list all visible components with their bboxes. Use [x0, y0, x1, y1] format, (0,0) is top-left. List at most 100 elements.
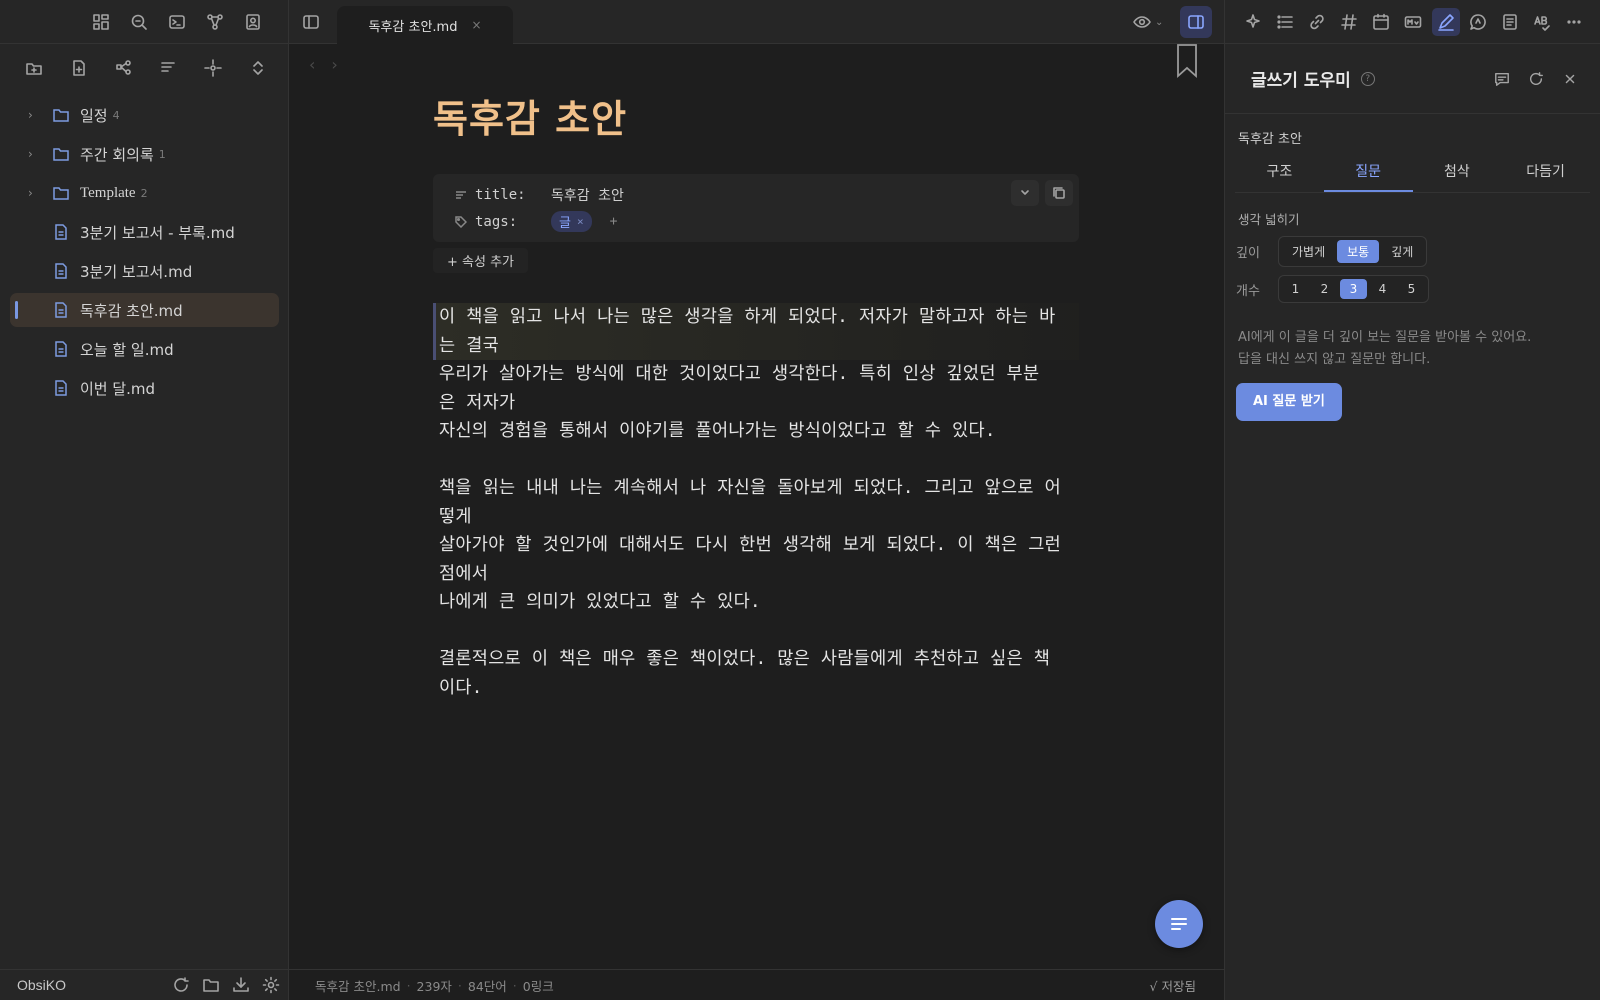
- spellcheck-icon[interactable]: [1528, 8, 1556, 36]
- sort-icon[interactable]: [154, 54, 182, 82]
- paragraph[interactable]: 우리가 살아가는 방식에 대한 것이었다고 생각한다. 특히 인상 깊었던 부분…: [439, 360, 1079, 446]
- tag-remove-icon[interactable]: ×: [577, 215, 584, 228]
- forward-arrow-icon[interactable]: ›: [331, 55, 337, 74]
- contact-icon[interactable]: [239, 8, 267, 36]
- folder-item[interactable]: › 주간 회의록 1: [10, 137, 279, 171]
- chevron-right-icon[interactable]: ›: [28, 147, 42, 161]
- new-folder-icon[interactable]: [20, 54, 48, 82]
- calendar-icon[interactable]: [1367, 8, 1395, 36]
- ask-ai-button[interactable]: AI 질문 받기: [1236, 383, 1342, 421]
- left-sidebar: › 일정 4 › 주간 회의록 1 › Template 2 3분기 보고서 -…: [0, 0, 289, 1000]
- new-note-icon[interactable]: [65, 54, 93, 82]
- search-icon[interactable]: [125, 8, 153, 36]
- file-item-active[interactable]: 독후감 초안.md: [10, 293, 279, 327]
- file-item[interactable]: 이번 달.md: [10, 371, 279, 405]
- file-label: 3분기 보고서 - 부록.md: [80, 223, 235, 242]
- file-toolbar: [20, 52, 272, 84]
- vault-name[interactable]: ObsiKO: [17, 977, 169, 993]
- paragraph[interactable]: 결론적으로 이 책은 매우 좋은 책이었다. 많은 사람들에게 추천하고 싶은 …: [439, 645, 1079, 702]
- back-arrow-icon[interactable]: ‹: [309, 55, 315, 74]
- file-item[interactable]: 3분기 보고서 - 부록.md: [10, 215, 279, 249]
- bullet-list-icon[interactable]: [1271, 8, 1299, 36]
- outline-fab-button[interactable]: [1155, 900, 1203, 948]
- open-vault-icon[interactable]: [199, 973, 223, 997]
- property-tags[interactable]: tags: 글 × +: [455, 211, 617, 232]
- tab-active-note[interactable]: 독후감 초안.md ×: [337, 6, 513, 44]
- link-icon[interactable]: [1303, 8, 1331, 36]
- expand-collapse-icon[interactable]: [244, 54, 272, 82]
- note-body[interactable]: 이 책을 읽고 나서 나는 많은 생각을 하게 되었다. 저자가 말하고자 하는…: [433, 303, 1079, 702]
- count-row: 개수 1 2 3 4 5: [1236, 275, 1600, 303]
- copy-icon[interactable]: [1045, 180, 1073, 206]
- document-icon[interactable]: [1496, 8, 1524, 36]
- depth-selector: 가볍게 보통 깊게: [1278, 236, 1428, 267]
- comment-icon[interactable]: [1488, 65, 1516, 93]
- file-icon: [52, 379, 70, 397]
- sync-icon[interactable]: [169, 973, 193, 997]
- right-sidebar-toggle-icon[interactable]: [1180, 6, 1212, 38]
- count-option[interactable]: 5: [1398, 279, 1425, 299]
- sparkle-icon[interactable]: [1239, 8, 1267, 36]
- tab-title: 독후감 초안.md: [368, 19, 458, 35]
- eye-icon[interactable]: [1131, 8, 1153, 36]
- settings-gear-icon[interactable]: [259, 973, 283, 997]
- refresh-icon[interactable]: [1522, 65, 1550, 93]
- chevron-right-icon[interactable]: ›: [28, 108, 42, 122]
- sidebar-toggle-icon[interactable]: [297, 8, 325, 36]
- hashtag-icon[interactable]: [1335, 8, 1363, 36]
- tab-structure[interactable]: 구조: [1235, 156, 1324, 192]
- chevron-right-icon[interactable]: ›: [28, 186, 42, 200]
- hierarchy-icon[interactable]: [110, 54, 138, 82]
- file-item[interactable]: 3분기 보고서.md: [10, 254, 279, 288]
- count-option[interactable]: 4: [1369, 279, 1396, 299]
- paragraph[interactable]: 이 책을 읽고 나서 나는 많은 생각을 하게 되었다. 저자가 말하고자 하는…: [433, 303, 1079, 360]
- paragraph[interactable]: 책을 읽는 내내 나는 계속해서 나 자신을 돌아보게 되었다. 그리고 앞으로…: [439, 474, 1079, 617]
- status-words: 84단어: [467, 978, 507, 994]
- tab-close-icon[interactable]: ×: [471, 18, 481, 32]
- close-icon[interactable]: [1556, 65, 1584, 93]
- status-links: 0링크: [522, 978, 554, 994]
- chevron-down-icon[interactable]: ⌄: [1155, 17, 1163, 28]
- graph-view-icon[interactable]: [201, 8, 229, 36]
- folder-item[interactable]: › 일정 4: [10, 98, 279, 132]
- chevron-down-icon[interactable]: [1011, 180, 1039, 206]
- terminal-icon[interactable]: [163, 8, 191, 36]
- depth-option[interactable]: 깊게: [1381, 240, 1423, 263]
- tab-review[interactable]: 첨삭: [1413, 156, 1502, 192]
- count-option[interactable]: 1: [1282, 279, 1309, 299]
- editor-pane: 독후감 초안.md × ⌄ ‹ › 독후감 초안 title: 독후감 초안 t…: [289, 0, 1224, 1000]
- tab-questions[interactable]: 질문: [1323, 156, 1413, 192]
- count-option[interactable]: 2: [1311, 279, 1338, 299]
- file-item[interactable]: 오늘 할 일.md: [10, 332, 279, 366]
- folder-count: 1: [158, 147, 166, 161]
- file-icon: [52, 262, 70, 280]
- file-label: 이번 달.md: [80, 379, 156, 398]
- download-icon[interactable]: [229, 973, 253, 997]
- chat-icon[interactable]: [1464, 8, 1492, 36]
- page-title[interactable]: 독후감 초안: [433, 88, 1079, 148]
- panel-tabs: 구조 질문 첨삭 다듬기: [1235, 156, 1590, 193]
- writing-assistant-icon[interactable]: [1431, 7, 1460, 36]
- folder-label: 일정: [80, 106, 108, 125]
- count-option-selected[interactable]: 3: [1340, 279, 1367, 299]
- depth-row: 깊이 가볍게 보통 깊게: [1236, 236, 1600, 267]
- section-heading: 생각 넓히기: [1238, 212, 1300, 227]
- view-mode-toggle[interactable]: ⌄: [1131, 8, 1163, 36]
- add-property-button[interactable]: + 속성 추가: [433, 248, 528, 273]
- folder-label: 주간 회의록: [80, 145, 154, 164]
- help-icon[interactable]: ?: [1360, 71, 1375, 86]
- locate-icon[interactable]: [199, 54, 227, 82]
- markdown-icon[interactable]: [1399, 8, 1427, 36]
- tab-polish[interactable]: 다듬기: [1501, 156, 1590, 192]
- tag-add-button[interactable]: +: [610, 214, 618, 229]
- bookmark-icon[interactable]: [1175, 44, 1199, 78]
- property-value[interactable]: 독후감 초안: [551, 185, 624, 205]
- file-icon: [52, 223, 70, 241]
- depth-option[interactable]: 가볍게: [1282, 240, 1335, 263]
- depth-option-selected[interactable]: 보통: [1337, 240, 1380, 263]
- dashboard-icon[interactable]: [87, 8, 115, 36]
- more-icon[interactable]: [1560, 8, 1588, 36]
- property-title[interactable]: title: 독후감 초안: [455, 185, 624, 205]
- tag-pill[interactable]: 글 ×: [551, 211, 592, 232]
- folder-item[interactable]: › Template 2: [10, 176, 279, 210]
